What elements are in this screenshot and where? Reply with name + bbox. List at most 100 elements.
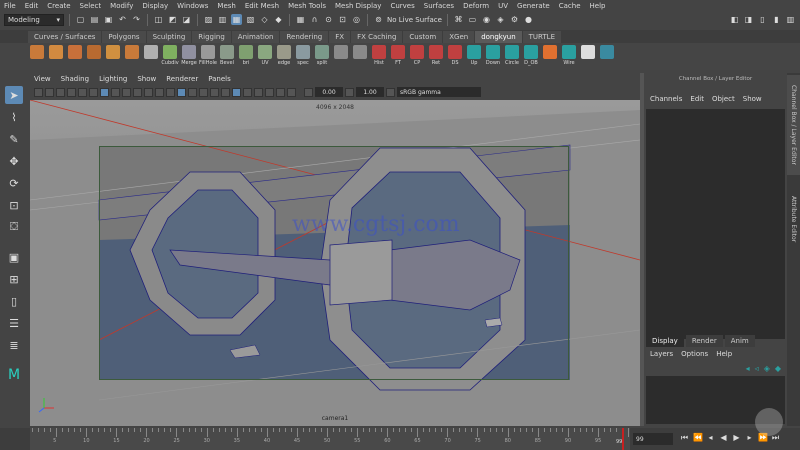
render-settings-icon[interactable]: ⚙ bbox=[509, 14, 520, 25]
panel-menu-shading[interactable]: Shading bbox=[61, 75, 89, 83]
panel-menu-panels[interactable]: Panels bbox=[208, 75, 231, 83]
menu-item-help[interactable]: Help bbox=[590, 2, 606, 10]
layer-menu-help[interactable]: Help bbox=[716, 350, 732, 358]
play-backward-icon[interactable]: ◀ bbox=[719, 433, 728, 443]
resolution-gate-icon[interactable] bbox=[89, 87, 98, 97]
tab-display[interactable]: Display bbox=[646, 335, 684, 347]
depth-of-field-icon[interactable] bbox=[243, 87, 252, 97]
lasso-tool-icon[interactable]: ⌇ bbox=[5, 108, 23, 126]
menu-item-select[interactable]: Select bbox=[80, 2, 102, 10]
move-layer-up-icon[interactable]: ◂ bbox=[746, 364, 750, 373]
select-component-icon[interactable]: ◪ bbox=[181, 14, 192, 25]
safe-action-icon[interactable] bbox=[122, 87, 131, 97]
shadows-icon[interactable] bbox=[199, 87, 208, 97]
shelf-button[interactable]: Bevel bbox=[218, 44, 236, 69]
rotate-tool-icon[interactable]: ⟳ bbox=[5, 174, 23, 192]
menu-item-windows[interactable]: Windows bbox=[177, 2, 208, 10]
shelf-button[interactable]: D_OB bbox=[522, 44, 540, 69]
new-layer-icon[interactable]: ◈ bbox=[764, 364, 770, 373]
tab-xgen[interactable]: XGen bbox=[443, 31, 475, 43]
panel-menu-show[interactable]: Show bbox=[137, 75, 156, 83]
shelf-button[interactable]: edge bbox=[275, 44, 293, 69]
shelf-button[interactable]: Circle bbox=[503, 44, 521, 69]
select-edge-icon[interactable]: ▥ bbox=[217, 14, 228, 25]
grid-icon[interactable] bbox=[67, 87, 76, 97]
channel-menu-object[interactable]: Object bbox=[712, 95, 735, 103]
play-forward-icon[interactable]: ▶ bbox=[732, 433, 741, 443]
menu-item-cache[interactable]: Cache bbox=[559, 2, 581, 10]
shelf-button[interactable]: Merge bbox=[180, 44, 198, 69]
camera-attributes-icon[interactable] bbox=[34, 87, 43, 97]
panel-menu-view[interactable]: View bbox=[34, 75, 51, 83]
time-ruler[interactable]: 5 10 15 20 25 30 35 40 45 50 55 60 65 70 75 80 85 90 95 99 bbox=[30, 428, 630, 450]
shelf-button[interactable]: Ret bbox=[427, 44, 445, 69]
tab-curves-surfaces[interactable]: Curves / Surfaces bbox=[28, 31, 102, 43]
snap-curve-icon[interactable]: ∩ bbox=[309, 14, 320, 25]
menu-item-mesh[interactable]: Mesh bbox=[217, 2, 235, 10]
toggle-panel-icon[interactable]: ▮ bbox=[771, 14, 782, 25]
menu-item-modify[interactable]: Modify bbox=[110, 2, 133, 10]
color-space-dropdown[interactable]: sRGB gamma bbox=[397, 87, 481, 97]
redo-icon[interactable]: ↷ bbox=[131, 14, 142, 25]
textured-icon[interactable] bbox=[177, 87, 186, 97]
save-scene-icon[interactable]: ▣ bbox=[103, 14, 114, 25]
shelf-button[interactable]: CP bbox=[408, 44, 426, 69]
bookmark-icon[interactable] bbox=[45, 87, 54, 97]
menu-item-display[interactable]: Display bbox=[142, 2, 168, 10]
snap-surface-icon[interactable]: ◎ bbox=[351, 14, 362, 25]
shelf-button[interactable] bbox=[123, 44, 141, 69]
shelf-button[interactable] bbox=[104, 44, 122, 69]
menu-item-generate[interactable]: Generate bbox=[517, 2, 550, 10]
shelf-button[interactable] bbox=[351, 44, 369, 69]
step-forward-frame-icon[interactable]: ▸ bbox=[745, 433, 754, 443]
xray-joints-icon[interactable] bbox=[276, 87, 285, 97]
tab-polygons[interactable]: Polygons bbox=[102, 31, 146, 43]
tab-attribute-editor[interactable]: Attribute Editor bbox=[787, 179, 800, 259]
new-scene-icon[interactable]: ▢ bbox=[75, 14, 86, 25]
panel-menu-lighting[interactable]: Lighting bbox=[99, 75, 127, 83]
snap-point-icon[interactable]: ⊙ bbox=[323, 14, 334, 25]
exposure-icon[interactable] bbox=[304, 87, 313, 97]
lights-icon[interactable] bbox=[188, 87, 197, 97]
four-view-icon[interactable]: ⊞ bbox=[5, 270, 23, 288]
tab-rendering[interactable]: Rendering bbox=[280, 31, 329, 43]
panel-menu-renderer[interactable]: Renderer bbox=[166, 75, 198, 83]
smooth-shade-icon[interactable] bbox=[155, 87, 164, 97]
channel-list[interactable] bbox=[646, 109, 785, 339]
tab-dongkyun[interactable]: dongkyun bbox=[475, 31, 522, 43]
shelf-button[interactable]: Down bbox=[484, 44, 502, 69]
exposure-field[interactable]: 0.00 bbox=[315, 87, 343, 97]
two-view-icon[interactable]: ▯ bbox=[5, 292, 23, 310]
toggle-panel-icon[interactable]: ◧ bbox=[729, 14, 740, 25]
shelf-button[interactable]: FT bbox=[389, 44, 407, 69]
toggle-panel-icon[interactable]: ◨ bbox=[743, 14, 754, 25]
go-to-start-icon[interactable]: ⏮ bbox=[680, 433, 689, 443]
shelf-button[interactable] bbox=[541, 44, 559, 69]
shelf-button[interactable] bbox=[579, 44, 597, 69]
shelf-button[interactable] bbox=[598, 44, 616, 69]
film-gate-icon[interactable] bbox=[78, 87, 87, 97]
channel-menu-show[interactable]: Show bbox=[743, 95, 762, 103]
live-surface-icon[interactable]: ⊚ bbox=[373, 14, 384, 25]
paint-select-icon[interactable]: ✎ bbox=[5, 130, 23, 148]
shelf-button[interactable]: split bbox=[313, 44, 331, 69]
move-tool-icon[interactable]: ✥ bbox=[5, 152, 23, 170]
shelf-button[interactable]: FillHole bbox=[199, 44, 217, 69]
shelf-button[interactable]: UV bbox=[256, 44, 274, 69]
select-hierarchy-icon[interactable]: ◫ bbox=[153, 14, 164, 25]
outliner-layout-icon[interactable]: ☰ bbox=[5, 314, 23, 332]
gamma-field[interactable]: 1.00 bbox=[356, 87, 384, 97]
menu-item-mesh-display[interactable]: Mesh Display bbox=[335, 2, 381, 10]
menu-item-surfaces[interactable]: Surfaces bbox=[424, 2, 454, 10]
video-play-overlay-icon[interactable] bbox=[755, 408, 783, 436]
ipr-render-icon[interactable]: ◈ bbox=[495, 14, 506, 25]
menu-item-create[interactable]: Create bbox=[47, 2, 70, 10]
layer-menu-options[interactable]: Options bbox=[681, 350, 708, 358]
construction-history-icon[interactable]: ⌘ bbox=[453, 14, 464, 25]
menu-item-deform[interactable]: Deform bbox=[463, 2, 489, 10]
tab-sculpting[interactable]: Sculpting bbox=[146, 31, 192, 43]
select-curve-icon[interactable]: ◇ bbox=[259, 14, 270, 25]
tab-custom[interactable]: Custom bbox=[403, 31, 443, 43]
menu-item-edit-mesh[interactable]: Edit Mesh bbox=[245, 2, 279, 10]
shelf-button[interactable]: Cubdiv bbox=[161, 44, 179, 69]
